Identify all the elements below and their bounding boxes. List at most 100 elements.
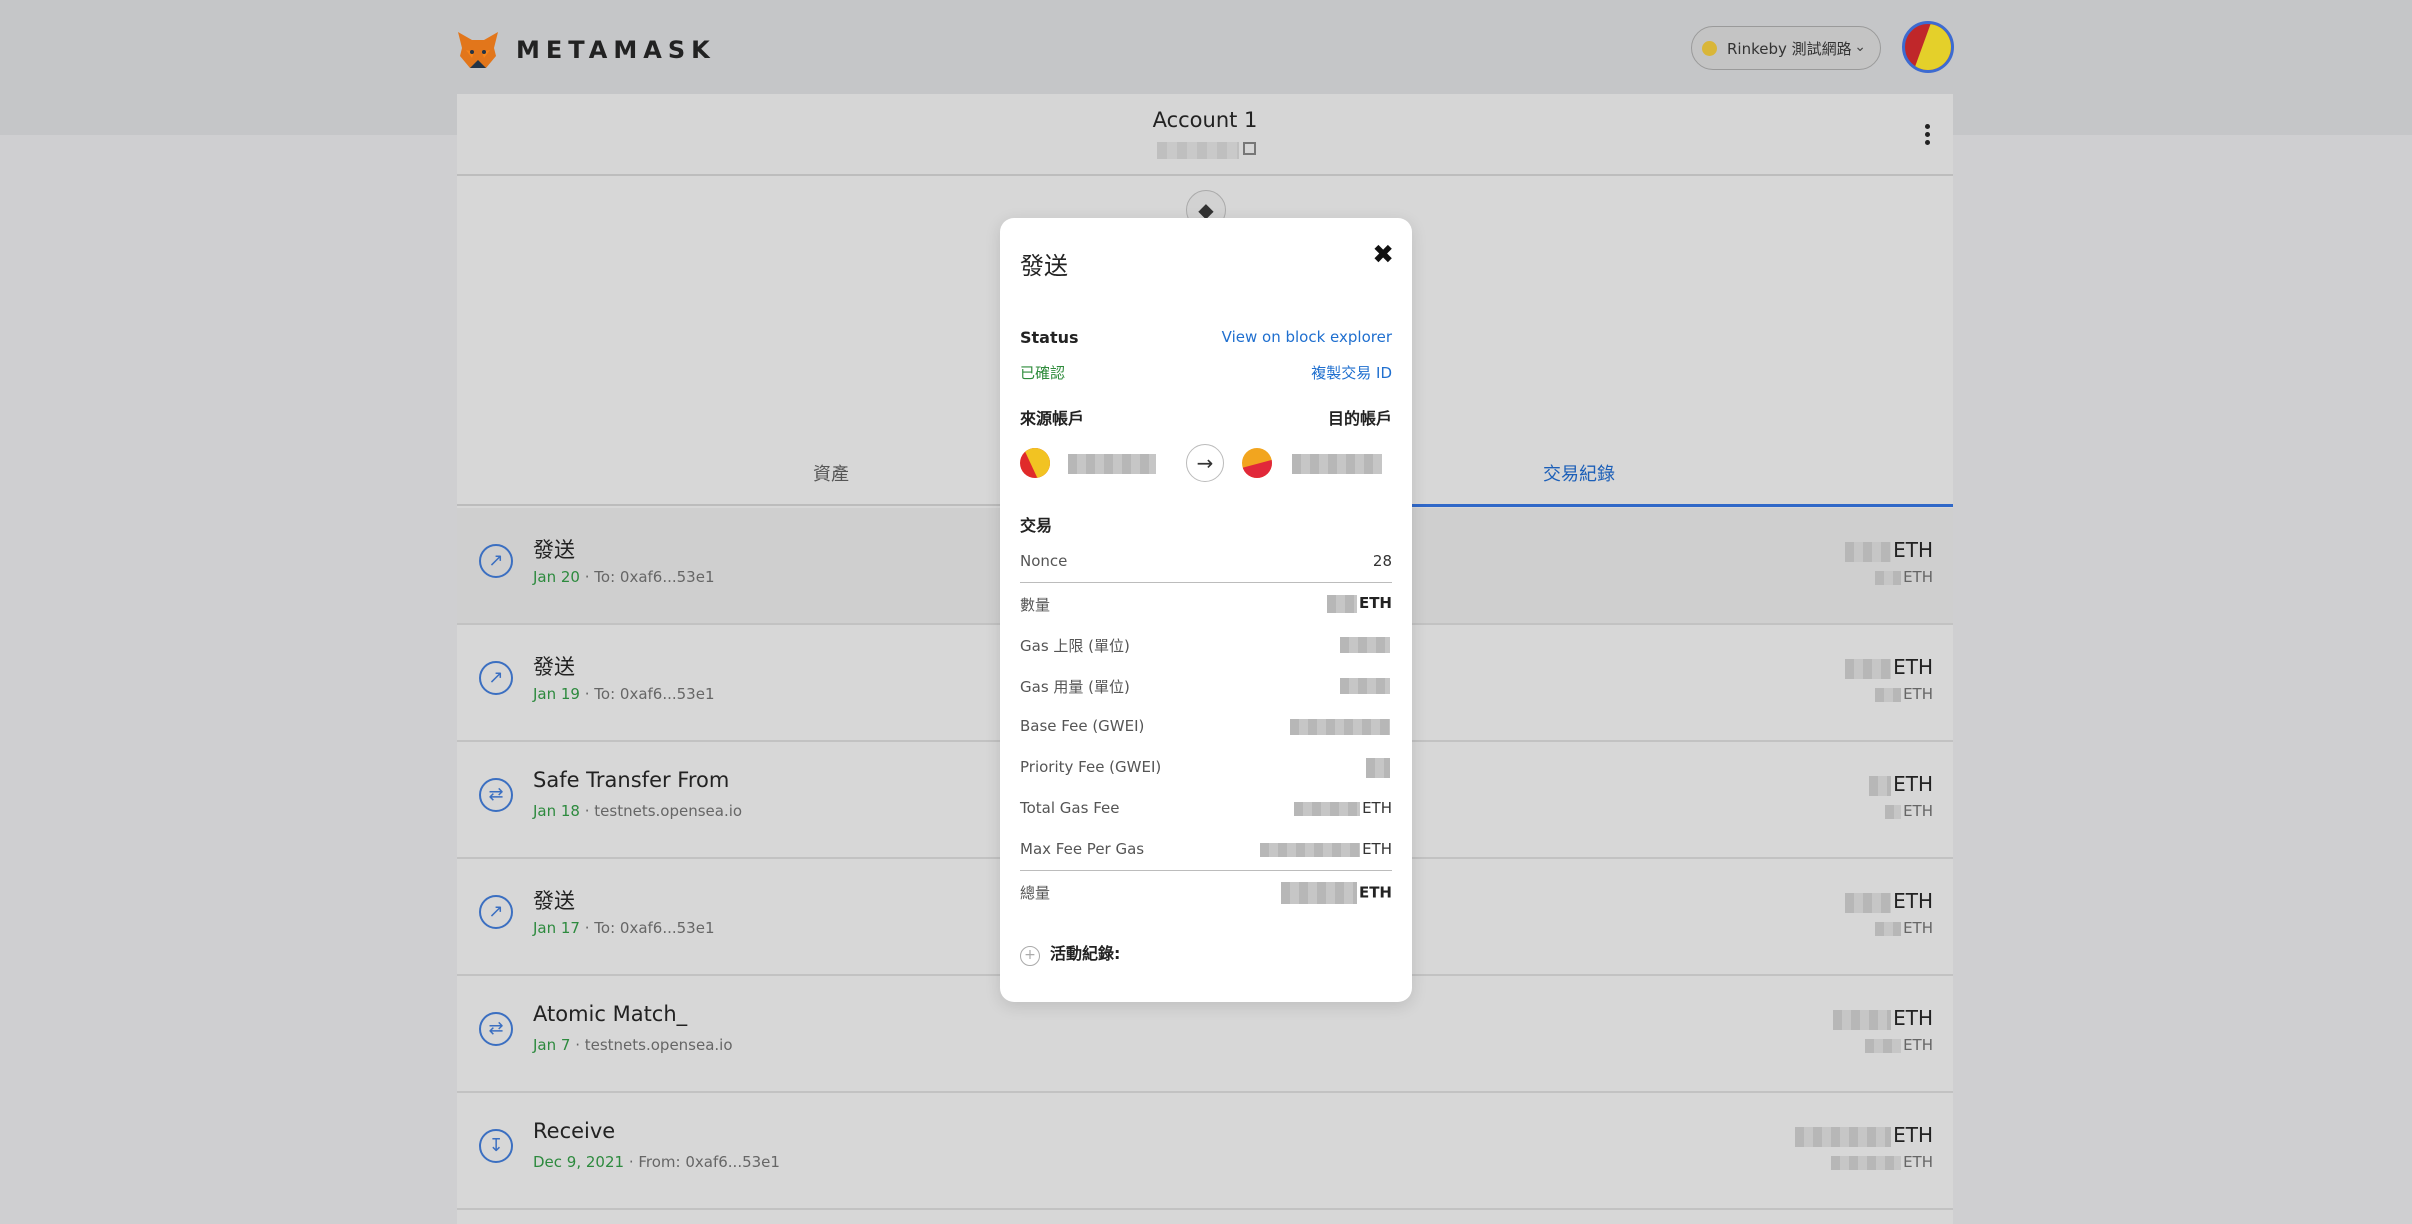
view-on-block-explorer-link[interactable]: View on block explorer [1222,328,1392,346]
transaction-date: Jan 18 [533,802,580,820]
gas-limit-value [1340,635,1392,653]
redacted-value [1280,882,1357,904]
secondary-unit: ETH [1903,919,1933,937]
redacted-value [1366,758,1390,778]
to-address-redacted[interactable] [1292,454,1382,474]
metamask-logo[interactable]: METAMASK [456,26,716,74]
transaction-amount: ETH [1869,772,1933,796]
close-icon[interactable]: ✖ [1372,242,1394,268]
transaction-date: Dec 9, 2021 [533,1153,625,1171]
transaction-subtitle: Jan 7 · testnets.opensea.io [533,1036,733,1054]
amount-unit: ETH [1358,594,1392,612]
base-fee-value [1290,717,1392,735]
total-gas-fee-row: Total Gas Fee ETH [1020,789,1392,829]
nonce-value: 28 [1372,552,1392,570]
transaction-secondary-amount: ETH [1875,685,1933,703]
total-value: ETH [1280,882,1392,904]
transaction-title: 發送 [533,538,575,562]
transaction-date: Jan 17 [533,919,580,937]
to-label: 目的帳戶 [1327,409,1392,428]
nonce-row: Nonce 28 [1020,542,1392,583]
transaction-amount: ETH [1795,1123,1933,1147]
priority-fee-row: Priority Fee (GWEI) [1020,748,1392,788]
transaction-subtitle: Jan 19 · To: 0xaf6...53e1 [533,685,715,703]
redacted-value [1831,1155,1902,1170]
arrow-right-icon: → [1186,444,1224,482]
transaction-amount: ETH [1845,889,1933,913]
plus-icon: + [1020,946,1040,966]
from-address-redacted[interactable] [1068,454,1156,474]
redacted-value [1845,541,1892,562]
transaction-title: Safe Transfer From [533,768,730,792]
network-label: Rinkeby 測試網路 [1727,39,1852,58]
base-fee-row: Base Fee (GWEI) [1020,707,1392,747]
redacted-value [1875,687,1902,702]
download-icon: ↧ [479,1129,513,1163]
total-gas-unit: ETH [1362,799,1392,817]
redacted-value [1795,1126,1892,1147]
transaction-date: Jan 7 [533,1036,571,1054]
amount-unit: ETH [1893,1123,1933,1147]
redacted-value [1833,1009,1892,1030]
total-row: 總量 ETH [1020,872,1392,912]
kebab-menu-icon[interactable] [1925,124,1931,148]
amount-value: ETH [1326,594,1392,613]
activity-log-toggle[interactable]: + 活動紀錄: [1020,940,1120,966]
transaction-row[interactable]: ↧ Receive Dec 9, 2021 · From: 0xaf6...53… [457,1093,1953,1210]
transaction-amount: ETH [1845,655,1933,679]
amount-row: 數量 ETH [1020,584,1392,624]
redacted-value [1869,775,1892,796]
total-unit: ETH [1358,883,1392,902]
transaction-detail: · testnets.opensea.io [570,1036,733,1054]
nonce-label: Nonce [1020,552,1068,570]
account-address-redacted[interactable] [1157,142,1239,159]
network-selector[interactable]: Rinkeby 測試網路 ⌄ [1691,26,1881,70]
transaction-details-modal: 發送 ✖ Status View on block explorer 已確認 複… [1000,218,1412,1002]
transaction-secondary-amount: ETH [1875,568,1933,586]
transaction-title: 發送 [533,655,575,679]
transaction-title: 發送 [533,889,575,913]
transaction-detail: · To: 0xaf6...53e1 [579,685,715,703]
transaction-subtitle: Jan 18 · testnets.opensea.io [533,802,742,820]
account-avatar[interactable] [1902,21,1954,73]
arrow-up-right-icon: ↗ [479,661,513,695]
redacted-value [1294,801,1361,816]
priority-fee-label: Priority Fee (GWEI) [1020,758,1162,776]
amount-unit: ETH [1893,889,1933,913]
priority-fee-value [1366,758,1392,778]
from-avatar [1020,448,1050,478]
redacted-value [1885,804,1902,819]
amount-unit: ETH [1893,772,1933,796]
arrow-up-right-icon: ↗ [479,544,513,578]
redacted-value [1340,677,1390,694]
transaction-amount: ETH [1845,538,1933,562]
transaction-date: Jan 19 [533,685,580,703]
secondary-unit: ETH [1903,685,1933,703]
copy-icon[interactable] [1243,142,1256,155]
transaction-secondary-amount: ETH [1865,1036,1933,1054]
transaction-section-title: 交易 [1020,516,1053,535]
redacted-value [1875,570,1902,585]
fox-icon [458,32,498,68]
chevron-down-icon: ⌄ [1854,39,1866,55]
total-gas-fee-value: ETH [1294,799,1392,817]
from-label: 來源帳戶 [1020,409,1085,428]
secondary-unit: ETH [1903,1153,1933,1171]
transaction-secondary-amount: ETH [1831,1153,1933,1171]
max-fee-unit: ETH [1362,840,1392,858]
transaction-detail: · testnets.opensea.io [579,802,743,820]
transaction-detail: · To: 0xaf6...53e1 [579,568,715,586]
transaction-subtitle: Jan 20 · To: 0xaf6...53e1 [533,568,715,586]
transaction-amount: ETH [1833,1006,1933,1030]
transaction-detail: · From: 0xaf6...53e1 [624,1153,780,1171]
copy-transaction-id-link[interactable]: 複製交易 ID [1311,362,1392,383]
max-fee-label: Max Fee Per Gas [1020,840,1145,858]
secondary-unit: ETH [1903,802,1933,820]
transaction-detail: · To: 0xaf6...53e1 [579,919,715,937]
arrow-up-right-icon: ↗ [479,895,513,929]
swap-icon: ⇄ [479,1012,513,1046]
modal-title: 發送 [1020,252,1068,280]
max-fee-value: ETH [1260,840,1392,858]
amount-unit: ETH [1893,538,1933,562]
gas-limit-row: Gas 上限 (單位) [1020,625,1392,665]
